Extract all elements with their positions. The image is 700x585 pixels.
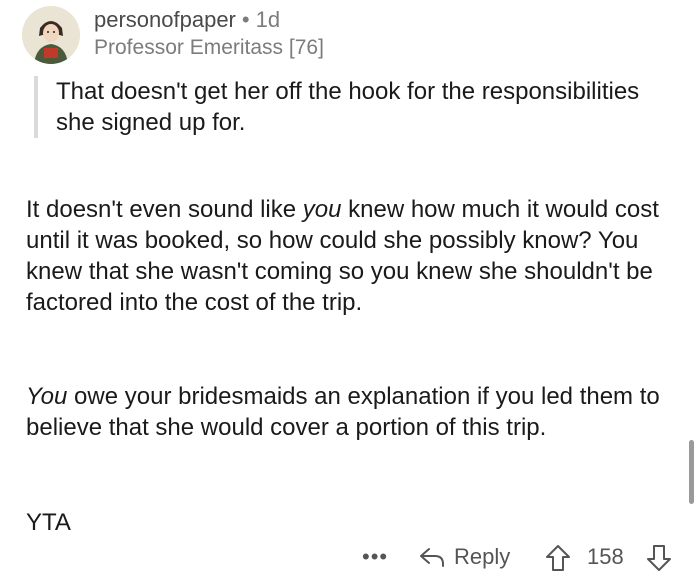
comment-meta: personofpaper • 1d — [94, 6, 280, 34]
comment-paragraph-1: It doesn't even sound like you knew how … — [26, 194, 676, 318]
reply-arrow-icon — [420, 548, 444, 567]
more-options-button[interactable]: ••• — [362, 540, 388, 574]
avatar[interactable] — [22, 6, 80, 64]
vote-score: 158 — [587, 544, 624, 569]
p2-emphasis: You — [26, 383, 68, 410]
p2-text: owe your bridesmaids an explanation if y… — [26, 383, 660, 441]
reply-button[interactable]: Reply — [418, 540, 510, 574]
downvote-arrow-icon[interactable] — [646, 544, 672, 572]
p1-emphasis: you — [302, 196, 342, 223]
comment-paragraph-3: YTA — [26, 509, 71, 536]
reply-label: Reply — [454, 544, 511, 569]
avatar-illustration — [22, 6, 80, 64]
meta-separator: • — [241, 7, 250, 32]
scrollbar-thumb[interactable] — [689, 440, 694, 504]
p1-text-start: It doesn't even sound like — [26, 196, 303, 223]
comment-paragraph-2: You owe your bridesmaids an explanation … — [26, 381, 676, 443]
comment: personofpaper • 1d Professor Emeritass [76… — [0, 0, 700, 585]
comment-age: 1d — [255, 7, 281, 32]
username[interactable]: personofpaper — [94, 7, 236, 32]
user-flair: Professor Emeritass [76] — [94, 36, 324, 59]
upvote-arrow-icon[interactable] — [545, 544, 571, 572]
comment-actions: ••• Reply 158 — [0, 540, 700, 574]
block-quote: That doesn't get her off the hook for th… — [34, 76, 676, 138]
